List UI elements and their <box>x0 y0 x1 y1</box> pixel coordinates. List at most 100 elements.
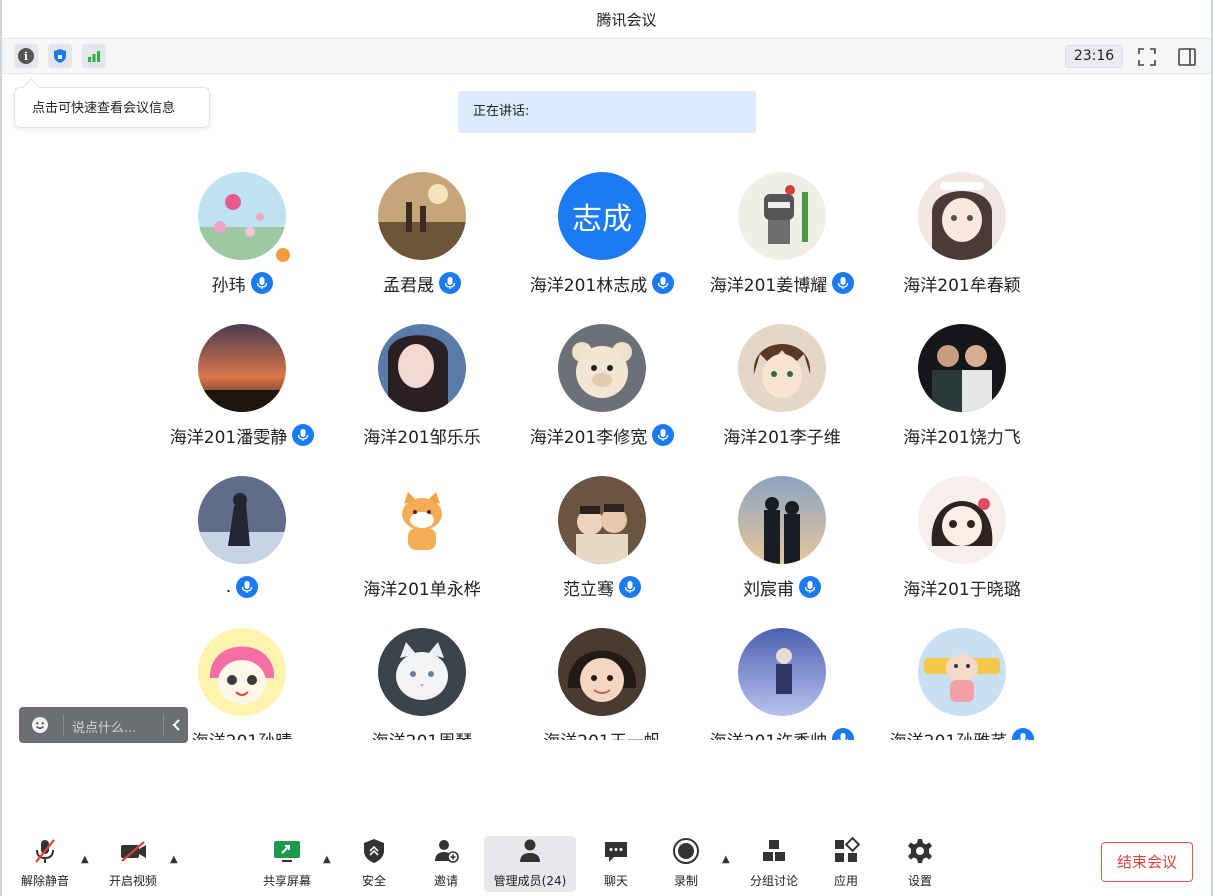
participant-tile[interactable]: 海洋201孙雅芊 <box>872 628 1052 740</box>
record-label: 录制 <box>673 874 698 888</box>
record-button[interactable]: 录制 <box>660 836 712 892</box>
participant-tile[interactable]: 海洋201饶力飞 <box>872 324 1052 476</box>
breakout-button[interactable]: 分组讨论 <box>744 836 804 892</box>
mic-active-icon <box>832 272 855 294</box>
mic-active-icon <box>236 576 259 598</box>
participant-name-row: 海洋201李子维 <box>692 422 872 448</box>
video-options-chevron-icon[interactable]: ▲ <box>170 854 178 865</box>
participant-tile[interactable]: 海洋201姜博耀 <box>692 172 872 324</box>
meeting-info-button[interactable]: i <box>14 44 38 68</box>
participant-tile[interactable]: 海洋201单永桦 <box>332 476 512 628</box>
invite-label: 邀请 <box>433 874 458 888</box>
breakout-label: 分组讨论 <box>749 874 798 888</box>
audio-options-chevron-icon[interactable]: ▲ <box>81 854 89 865</box>
participant-name: 海洋201许秀帅 <box>710 727 827 741</box>
avatar <box>198 476 286 564</box>
meeting-info-tooltip: 点击可快速查看会议信息 <box>14 87 210 128</box>
collapse-chevron-icon[interactable] <box>171 718 183 732</box>
participant-tile[interactable]: 孟君晟 <box>332 172 512 324</box>
participant-tile[interactable]: 海洋201王一帆 <box>512 628 692 740</box>
network-status-button[interactable] <box>82 44 106 68</box>
breakout-rooms-icon <box>763 840 785 861</box>
gear-icon <box>908 839 932 863</box>
emoji-icon[interactable] <box>31 716 49 734</box>
chat-button[interactable]: 聊天 <box>590 836 642 892</box>
participant-name-row: 孟君晟 <box>332 270 512 296</box>
participant-tile[interactable]: 海洋201李子维 <box>692 324 872 476</box>
security-button[interactable]: 安全 <box>348 836 400 892</box>
record-options-chevron-icon[interactable]: ▲ <box>722 854 730 865</box>
participant-tile[interactable]: 海洋201周琴 <box>332 628 512 740</box>
mic-active-icon <box>439 272 461 294</box>
host-badge-icon <box>274 246 292 264</box>
end-meeting-button[interactable]: 结束会议 <box>1101 842 1193 882</box>
avatar <box>198 628 286 716</box>
participant-tile[interactable]: . <box>152 476 332 628</box>
meeting-window: 腾讯会议 i 23:16 点击可快速查看会议信息 正在讲话: 孙玮 孟君晟 志成… <box>0 0 1213 896</box>
participant-tile[interactable]: 志成海洋201林志成 <box>512 172 692 324</box>
mic-active-icon <box>292 424 315 446</box>
participant-name-row: 海洋201周琴 <box>332 726 512 741</box>
share-screen-button[interactable]: 共享屏幕 <box>256 836 318 892</box>
mic-active-icon <box>619 576 641 598</box>
participant-tile[interactable]: 海洋201许秀帅 <box>692 628 872 740</box>
meeting-timer: 23:16 <box>1065 45 1123 68</box>
bottom-toolbar: 解除静音 ▲ 开启视频 ▲ 共享屏幕 ▲ 安全 邀请 管理成员(24) 聊天 录… <box>2 830 1211 896</box>
avatar <box>378 476 466 564</box>
participant-name-row: 海洋201潘雯静 <box>152 422 332 448</box>
participant-name-row: 海洋201姜博耀 <box>692 270 872 296</box>
avatar <box>738 628 826 716</box>
chat-placeholder[interactable]: 说点什么... <box>72 717 136 736</box>
avatar: 志成 <box>558 172 646 260</box>
avatar <box>378 324 466 412</box>
apps-button[interactable]: 应用 <box>820 836 872 892</box>
unmute-label: 解除静音 <box>20 874 69 888</box>
participant-name: 海洋201孙雅芊 <box>890 727 1007 741</box>
participant-name-row: 海洋201饶力飞 <box>872 422 1052 448</box>
title-bar: 腾讯会议 <box>2 0 1211 38</box>
participant-tile[interactable]: 海洋201李修宽 <box>512 324 692 476</box>
participant-tile[interactable]: 海洋201牟春颖 <box>872 172 1052 324</box>
mic-active-icon <box>832 728 855 740</box>
participant-name: . <box>225 577 232 597</box>
participant-name-row: 海洋201林志成 <box>512 270 692 296</box>
avatar <box>378 172 466 260</box>
participant-name-row: 海洋201邹乐乐 <box>332 422 512 448</box>
participant-name-row: 海洋201单永桦 <box>332 574 512 600</box>
manage-members-button[interactable]: 管理成员(24) <box>484 836 576 892</box>
members-icon <box>520 839 540 862</box>
unmute-button[interactable]: 解除静音 <box>14 836 76 892</box>
participant-tile[interactable]: 海洋201邹乐乐 <box>332 324 512 476</box>
fullscreen-icon[interactable] <box>1137 47 1157 71</box>
participant-tile[interactable]: 海洋201潘雯静 <box>152 324 332 476</box>
record-icon <box>673 838 699 864</box>
chat-input-bar[interactable]: 说点什么... <box>19 707 188 743</box>
security-status-button[interactable] <box>48 44 72 68</box>
participant-name: 海洋201王一帆 <box>543 727 660 741</box>
settings-button[interactable]: 设置 <box>894 836 946 892</box>
participant-name: 海洋201周琴 <box>372 727 472 741</box>
participant-name-row: 海洋201孙雅芊 <box>872 726 1052 740</box>
avatar <box>558 476 646 564</box>
participant-name: 海洋201单永桦 <box>363 579 481 600</box>
invite-button[interactable]: 邀请 <box>420 836 472 892</box>
speaking-indicator: 正在讲话: <box>458 91 756 133</box>
participant-name: 海洋201李子维 <box>723 427 841 448</box>
camera-off-icon <box>121 841 146 862</box>
participant-tile[interactable]: 孙玮 <box>152 172 332 324</box>
participant-name-row: 范立骞 <box>512 574 692 600</box>
participant-tile[interactable]: 范立骞 <box>512 476 692 628</box>
top-toolbar: i 23:16 <box>2 38 1211 74</box>
divider <box>63 714 64 736</box>
participant-tile[interactable]: 海洋201于晓璐 <box>872 476 1052 628</box>
start-video-button[interactable]: 开启视频 <box>102 836 164 892</box>
chat-icon <box>605 842 627 862</box>
share-options-chevron-icon[interactable]: ▲ <box>323 854 331 865</box>
participant-tile[interactable]: 刘宸甫 <box>692 476 872 628</box>
apps-label: 应用 <box>833 874 858 888</box>
sidebar-toggle-icon[interactable] <box>1177 47 1197 71</box>
participant-name-row: 海洋201李修宽 <box>512 422 692 448</box>
mic-active-icon <box>799 576 821 598</box>
avatar <box>918 628 1006 716</box>
participant-name-row: 海洋201王一帆 <box>512 726 692 741</box>
